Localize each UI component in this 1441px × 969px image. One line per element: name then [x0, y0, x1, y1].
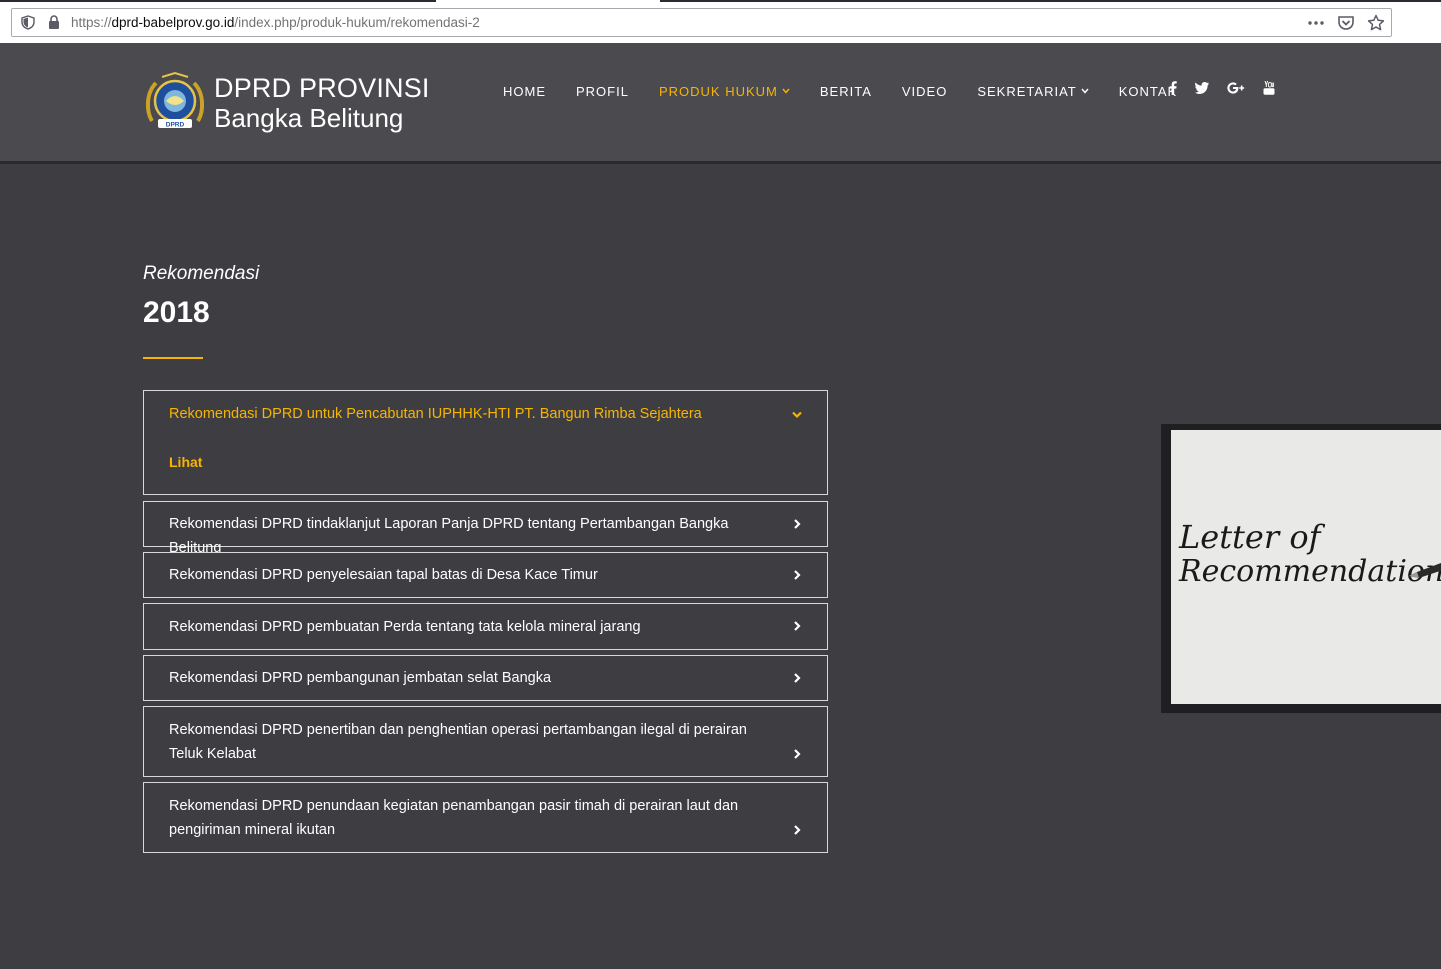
chevron-right-icon[interactable] [791, 569, 803, 581]
bookmark-star-icon[interactable] [1367, 14, 1385, 32]
accordion-label[interactable]: Rekomendasi DPRD penertiban dan penghent… [169, 718, 779, 766]
shield-icon[interactable] [21, 15, 35, 30]
nav-produk-hukum[interactable]: PRODUK HUKUM [659, 84, 790, 99]
lihat-link[interactable]: Lihat [169, 454, 202, 470]
pocket-icon[interactable] [1337, 14, 1355, 32]
chevron-right-icon[interactable] [791, 824, 803, 836]
letter-of-recommendation-image: Letter of Recommendation [1171, 430, 1441, 704]
site-header: DPRD DPRD PROVINSI Bangka Belitung HOME … [0, 43, 1441, 164]
more-icon[interactable] [1307, 14, 1325, 32]
pen-icon [1409, 563, 1441, 578]
dprd-logo[interactable]: DPRD [144, 71, 206, 135]
accordion-item[interactable]: Rekomendasi DPRD penundaan kegiatan pena… [143, 782, 828, 853]
google-plus-icon[interactable] [1227, 81, 1245, 97]
lock-icon[interactable] [48, 15, 60, 30]
chevron-right-icon[interactable] [791, 620, 803, 632]
social-links [1169, 81, 1293, 97]
page-title: 2018 [143, 296, 210, 329]
logo-text: DPRD [166, 122, 185, 129]
nav-profil[interactable]: PROFIL [576, 84, 629, 99]
nav-home[interactable]: HOME [503, 84, 546, 99]
accordion-label[interactable]: Rekomendasi DPRD penundaan kegiatan pena… [169, 794, 779, 842]
page-subtitle: Rekomendasi [143, 263, 260, 284]
accordion-item[interactable]: Rekomendasi DPRD pembangunan jembatan se… [143, 655, 828, 701]
nav-berita[interactable]: BERITA [820, 84, 872, 99]
browser-toolbar: https://dprd-babelprov.go.id/index.php/p… [0, 0, 1441, 43]
accordion-item[interactable]: Rekomendasi DPRD penertiban dan penghent… [143, 706, 828, 777]
title-divider [143, 357, 203, 359]
facebook-icon[interactable] [1169, 81, 1177, 97]
chevron-right-icon[interactable] [791, 672, 803, 684]
accordion-item-open[interactable]: Rekomendasi DPRD untuk Pencabutan IUPHHK… [143, 390, 828, 495]
accordion-label[interactable]: Rekomendasi DPRD pembuatan Perda tentang… [169, 615, 779, 639]
nav-sekretariat[interactable]: SEKRETARIAT [977, 84, 1089, 99]
accordion-label[interactable]: Rekomendasi DPRD pembangunan jembatan se… [169, 666, 779, 690]
accordion-label[interactable]: Rekomendasi DPRD untuk Pencabutan IUPHHK… [169, 402, 779, 426]
chevron-down-icon [1081, 88, 1089, 94]
brand-subtitle[interactable]: Bangka Belitung [214, 103, 403, 134]
accordion-item[interactable]: Rekomendasi DPRD tindaklanjut Laporan Pa… [143, 501, 828, 556]
accordion-item[interactable]: Rekomendasi DPRD penyelesaian tapal bata… [143, 552, 828, 598]
address-bar[interactable]: https://dprd-babelprov.go.id/index.php/p… [11, 8, 1392, 37]
accordion-label[interactable]: Rekomendasi DPRD penyelesaian tapal bata… [169, 563, 779, 587]
nav-video[interactable]: VIDEO [902, 84, 947, 99]
chevron-right-icon[interactable] [791, 518, 803, 530]
main-nav: HOME PROFIL PRODUK HUKUM BERITA VIDEO SE… [503, 83, 1207, 99]
tab-strip [0, 0, 436, 2]
chevron-down-icon [782, 88, 790, 94]
image-text-line1: Letter of [1179, 518, 1321, 556]
chevron-down-icon[interactable] [791, 409, 803, 421]
tab-strip [660, 0, 1441, 2]
youtube-icon[interactable] [1263, 81, 1275, 97]
image-text-line2: Recommendation [1179, 554, 1441, 589]
url-text[interactable]: https://dprd-babelprov.go.id/index.php/p… [71, 15, 480, 30]
twitter-icon[interactable] [1195, 81, 1209, 97]
brand-title[interactable]: DPRD PROVINSI [214, 73, 430, 104]
chevron-right-icon[interactable] [791, 748, 803, 760]
accordion-item[interactable]: Rekomendasi DPRD pembuatan Perda tentang… [143, 603, 828, 650]
